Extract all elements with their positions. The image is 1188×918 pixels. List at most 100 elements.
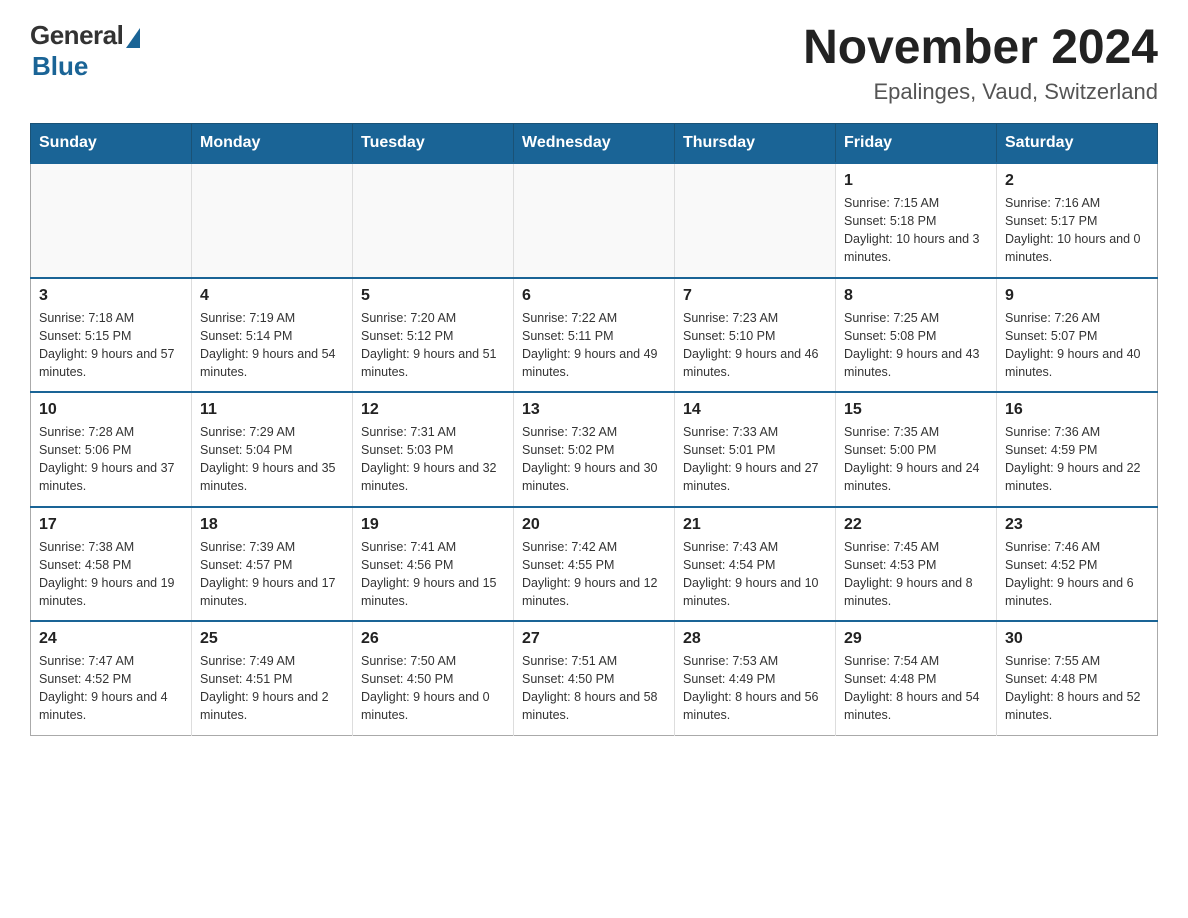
day-info: Sunrise: 7:46 AMSunset: 4:52 PMDaylight:… [1005,538,1149,611]
day-number: 6 [522,287,666,305]
calendar-week-1: 1 Sunrise: 7:15 AMSunset: 5:18 PMDaylight… [31,163,1158,278]
day-number: 29 [844,630,988,648]
day-number: 16 [1005,401,1149,419]
calendar-table: SundayMondayTuesdayWednesdayThursdayFrid… [30,123,1158,736]
calendar-cell [31,163,192,278]
day-info: Sunrise: 7:43 AMSunset: 4:54 PMDaylight:… [683,538,827,611]
calendar-cell: 27 Sunrise: 7:51 AMSunset: 4:50 PMDayligh… [514,621,675,735]
calendar-cell: 18 Sunrise: 7:39 AMSunset: 4:57 PMDayligh… [192,507,353,622]
header-cell-monday: Monday [192,124,353,164]
calendar-cell: 20Sunrise: 7:42 AMSunset: 4:55 PMDayligh… [514,507,675,622]
day-info: Sunrise: 7:35 AMSunset: 5:00 PMDaylight:… [844,423,988,496]
calendar-cell: 23 Sunrise: 7:46 AMSunset: 4:52 PMDayligh… [997,507,1158,622]
day-info: Sunrise: 7:33 AMSunset: 5:01 PMDaylight:… [683,423,827,496]
logo-blue-text: Blue [32,51,88,82]
day-number: 2 [1005,172,1149,190]
calendar-cell [514,163,675,278]
day-number: 27 [522,630,666,648]
day-number: 21 [683,516,827,534]
day-info: Sunrise: 7:18 AMSunset: 5:15 PMDaylight:… [39,309,183,382]
calendar-week-3: 10 Sunrise: 7:28 AMSunset: 5:06 PMDayligh… [31,392,1158,507]
day-info: Sunrise: 7:32 AMSunset: 5:02 PMDaylight:… [522,423,666,496]
calendar-cell: 5 Sunrise: 7:20 AMSunset: 5:12 PMDaylight… [353,278,514,393]
header-cell-friday: Friday [836,124,997,164]
header-cell-thursday: Thursday [675,124,836,164]
calendar-cell: 26Sunrise: 7:50 AMSunset: 4:50 PMDayligh… [353,621,514,735]
calendar-cell [675,163,836,278]
calendar-cell [353,163,514,278]
day-info: Sunrise: 7:29 AMSunset: 5:04 PMDaylight:… [200,423,344,496]
day-number: 14 [683,401,827,419]
calendar-week-4: 17Sunrise: 7:38 AMSunset: 4:58 PMDayligh… [31,507,1158,622]
day-info: Sunrise: 7:54 AMSunset: 4:48 PMDaylight:… [844,652,988,725]
logo-general-text: General [30,20,123,51]
calendar-cell: 16 Sunrise: 7:36 AMSunset: 4:59 PMDayligh… [997,392,1158,507]
calendar-cell: 13 Sunrise: 7:32 AMSunset: 5:02 PMDayligh… [514,392,675,507]
day-number: 7 [683,287,827,305]
calendar-cell: 28 Sunrise: 7:53 AMSunset: 4:49 PMDayligh… [675,621,836,735]
day-info: Sunrise: 7:47 AMSunset: 4:52 PMDaylight:… [39,652,183,725]
day-info: Sunrise: 7:53 AMSunset: 4:49 PMDaylight:… [683,652,827,725]
logo: General Blue [30,20,140,82]
day-number: 5 [361,287,505,305]
calendar-cell [192,163,353,278]
day-info: Sunrise: 7:31 AMSunset: 5:03 PMDaylight:… [361,423,505,496]
day-info: Sunrise: 7:51 AMSunset: 4:50 PMDaylight:… [522,652,666,725]
day-info: Sunrise: 7:26 AMSunset: 5:07 PMDaylight:… [1005,309,1149,382]
day-info: Sunrise: 7:25 AMSunset: 5:08 PMDaylight:… [844,309,988,382]
logo-triangle-icon [126,28,140,48]
calendar-cell: 22 Sunrise: 7:45 AMSunset: 4:53 PMDayligh… [836,507,997,622]
day-number: 26 [361,630,505,648]
location-label: Epalinges, Vaud, Switzerland [803,79,1158,105]
calendar-body: 1 Sunrise: 7:15 AMSunset: 5:18 PMDaylight… [31,163,1158,735]
day-number: 1 [844,172,988,190]
day-number: 20 [522,516,666,534]
calendar-cell: 2Sunrise: 7:16 AMSunset: 5:17 PMDaylight… [997,163,1158,278]
day-number: 12 [361,401,505,419]
title-section: November 2024 Epalinges, Vaud, Switzerla… [803,20,1158,105]
calendar-cell: 9 Sunrise: 7:26 AMSunset: 5:07 PMDaylight… [997,278,1158,393]
day-info: Sunrise: 7:19 AMSunset: 5:14 PMDaylight:… [200,309,344,382]
day-number: 30 [1005,630,1149,648]
calendar-cell: 17Sunrise: 7:38 AMSunset: 4:58 PMDayligh… [31,507,192,622]
day-number: 23 [1005,516,1149,534]
day-number: 3 [39,287,183,305]
day-info: Sunrise: 7:55 AMSunset: 4:48 PMDaylight:… [1005,652,1149,725]
day-number: 15 [844,401,988,419]
calendar-week-5: 24Sunrise: 7:47 AMSunset: 4:52 PMDayligh… [31,621,1158,735]
day-info: Sunrise: 7:36 AMSunset: 4:59 PMDaylight:… [1005,423,1149,496]
day-number: 10 [39,401,183,419]
calendar-cell: 14 Sunrise: 7:33 AMSunset: 5:01 PMDayligh… [675,392,836,507]
day-number: 9 [1005,287,1149,305]
day-info: Sunrise: 7:38 AMSunset: 4:58 PMDaylight:… [39,538,183,611]
calendar-cell: 11 Sunrise: 7:29 AMSunset: 5:04 PMDayligh… [192,392,353,507]
calendar-cell: 15 Sunrise: 7:35 AMSunset: 5:00 PMDayligh… [836,392,997,507]
header-cell-tuesday: Tuesday [353,124,514,164]
calendar-cell: 1 Sunrise: 7:15 AMSunset: 5:18 PMDaylight… [836,163,997,278]
calendar-week-2: 3 Sunrise: 7:18 AMSunset: 5:15 PMDaylight… [31,278,1158,393]
day-info: Sunrise: 7:45 AMSunset: 4:53 PMDaylight:… [844,538,988,611]
day-info: Sunrise: 7:49 AMSunset: 4:51 PMDaylight:… [200,652,344,725]
day-info: Sunrise: 7:39 AMSunset: 4:57 PMDaylight:… [200,538,344,611]
day-number: 11 [200,401,344,419]
header-cell-wednesday: Wednesday [514,124,675,164]
day-number: 22 [844,516,988,534]
day-number: 28 [683,630,827,648]
day-number: 19 [361,516,505,534]
day-info: Sunrise: 7:15 AMSunset: 5:18 PMDaylight:… [844,194,988,267]
calendar-cell: 7Sunrise: 7:23 AMSunset: 5:10 PMDaylight… [675,278,836,393]
day-info: Sunrise: 7:22 AMSunset: 5:11 PMDaylight:… [522,309,666,382]
calendar-cell: 25Sunrise: 7:49 AMSunset: 4:51 PMDayligh… [192,621,353,735]
day-number: 13 [522,401,666,419]
month-title: November 2024 [803,20,1158,75]
calendar-header: SundayMondayTuesdayWednesdayThursdayFrid… [31,124,1158,164]
calendar-cell: 6 Sunrise: 7:22 AMSunset: 5:11 PMDaylight… [514,278,675,393]
day-number: 18 [200,516,344,534]
calendar-cell: 4 Sunrise: 7:19 AMSunset: 5:14 PMDaylight… [192,278,353,393]
day-info: Sunrise: 7:20 AMSunset: 5:12 PMDaylight:… [361,309,505,382]
day-info: Sunrise: 7:28 AMSunset: 5:06 PMDaylight:… [39,423,183,496]
calendar-cell: 24Sunrise: 7:47 AMSunset: 4:52 PMDayligh… [31,621,192,735]
calendar-cell: 3 Sunrise: 7:18 AMSunset: 5:15 PMDaylight… [31,278,192,393]
day-number: 4 [200,287,344,305]
calendar-cell: 8Sunrise: 7:25 AMSunset: 5:08 PMDaylight… [836,278,997,393]
